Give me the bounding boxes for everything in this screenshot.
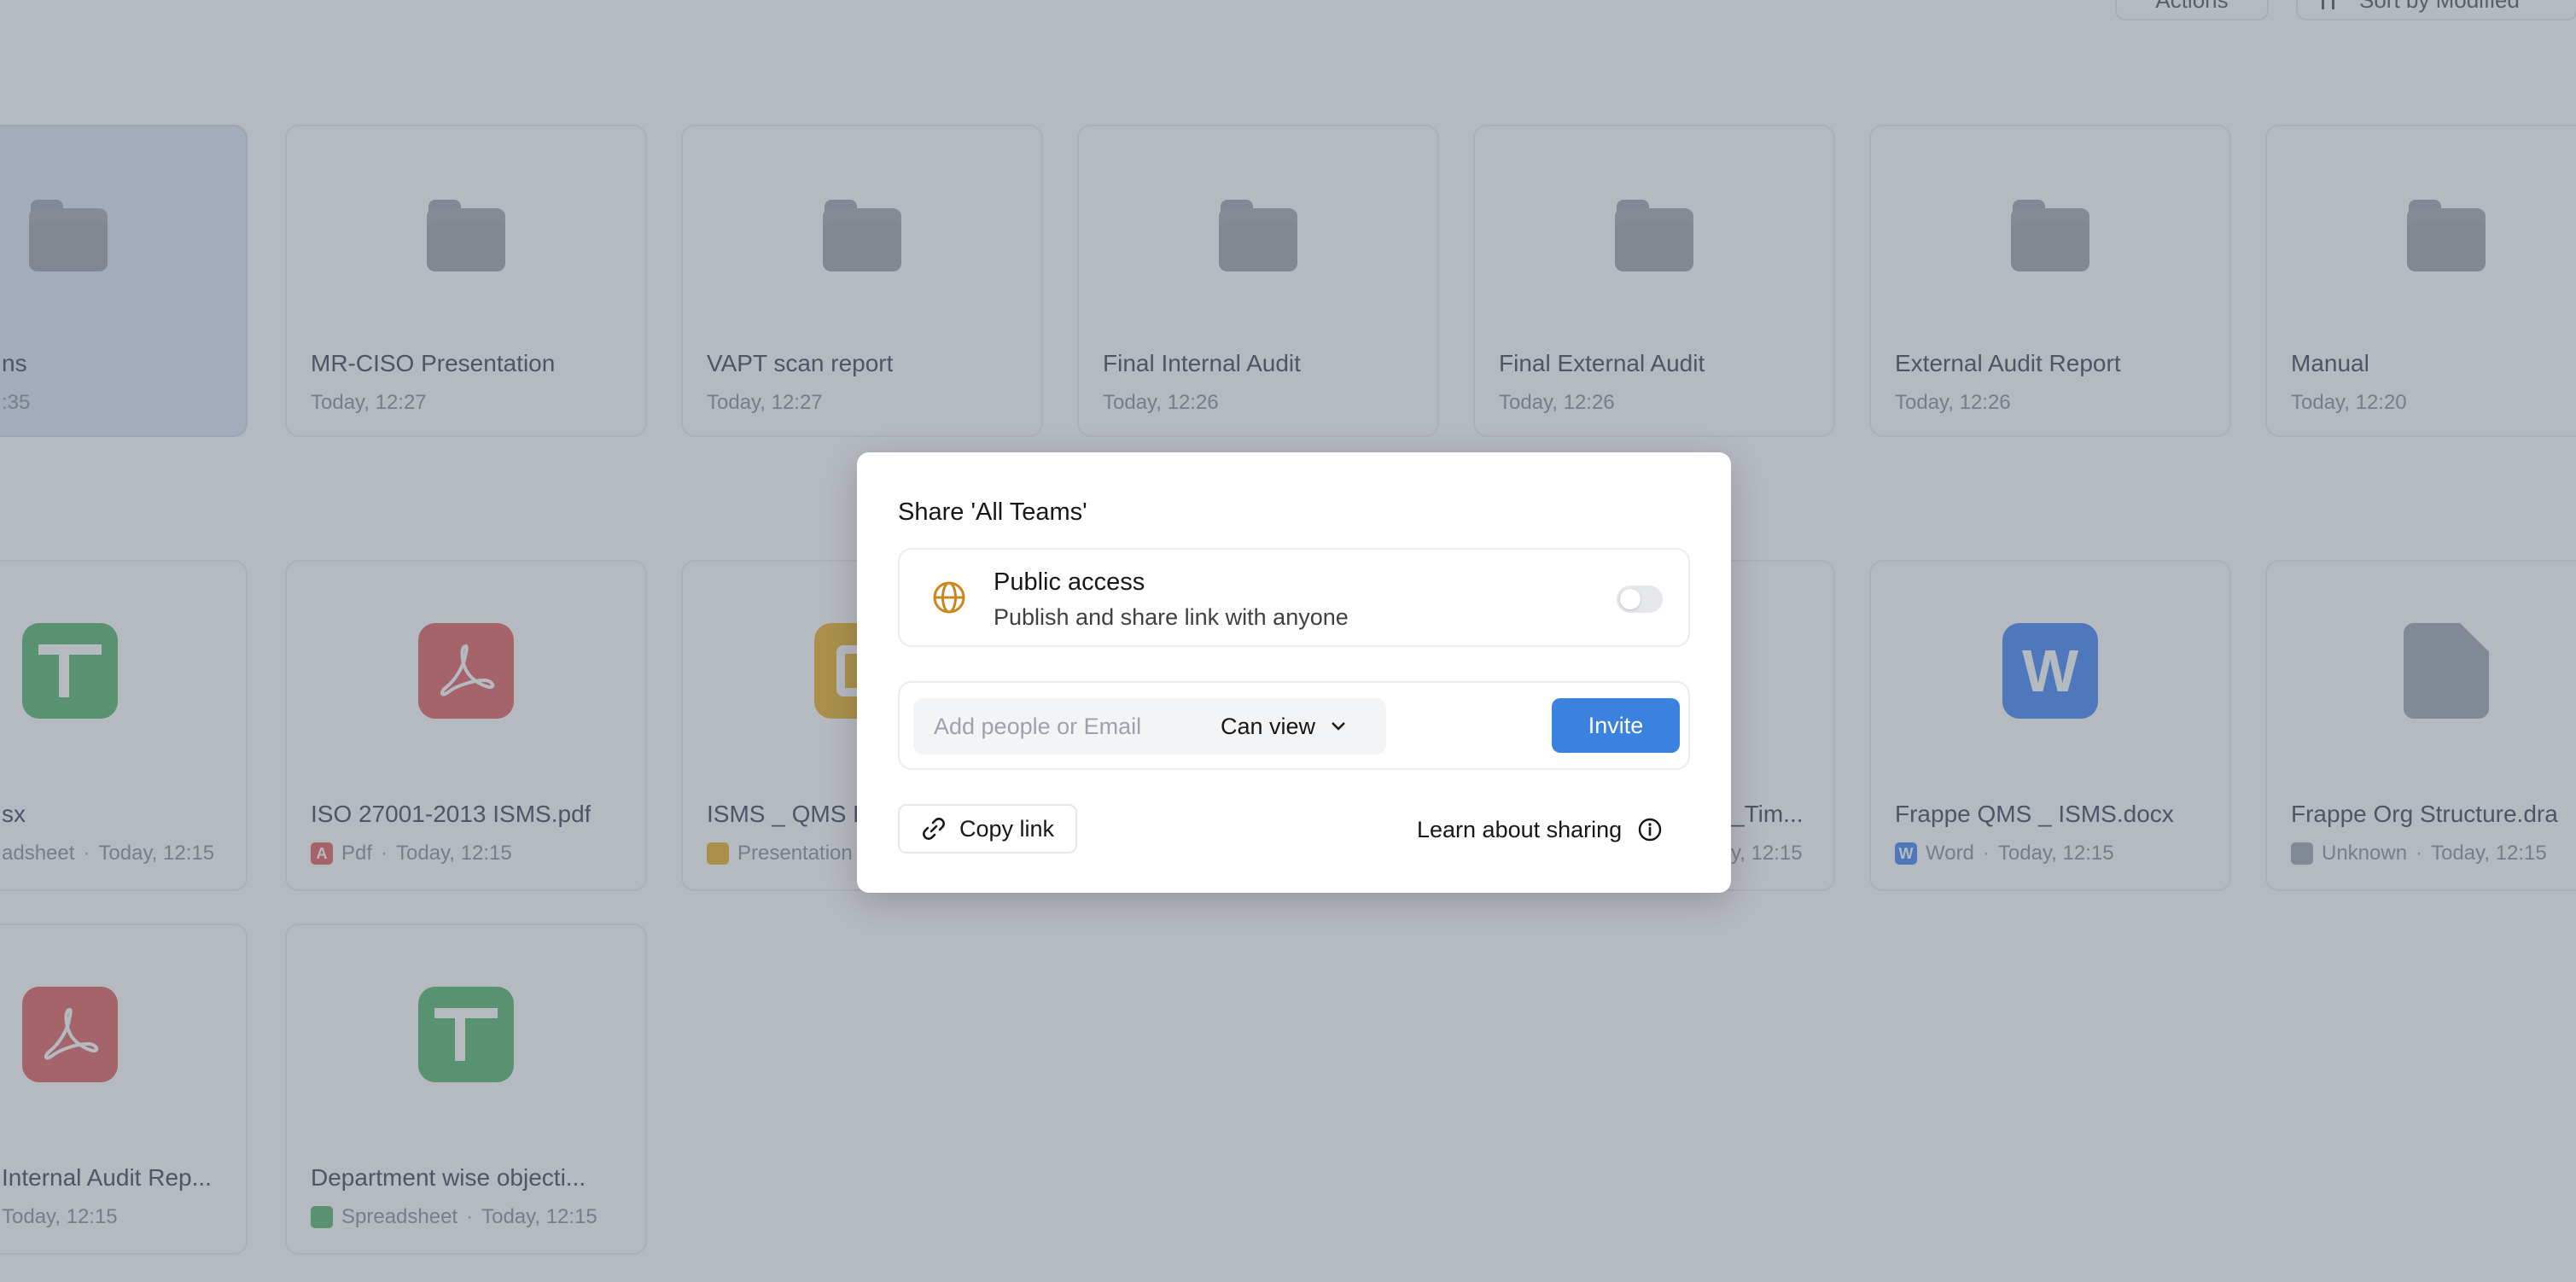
invite-field-group: Can view <box>913 698 1386 755</box>
toggle-knob <box>1620 589 1641 609</box>
link-icon <box>923 818 945 840</box>
learn-about-sharing-link[interactable]: Learn about sharing <box>1417 809 1663 850</box>
invite-button[interactable]: Invite <box>1552 698 1680 753</box>
share-dialog: Share 'All Teams' Public access Publish … <box>857 452 1731 893</box>
dialog-title: Share 'All Teams' <box>898 498 1087 526</box>
public-access-description: Publish and share link with anyone <box>994 604 1349 630</box>
public-access-title: Public access <box>994 568 1145 596</box>
globe-icon <box>933 581 965 614</box>
copy-link-button[interactable]: Copy link <box>898 804 1077 854</box>
info-icon <box>1638 818 1662 842</box>
invite-email-input[interactable] <box>913 698 1203 755</box>
public-access-panel: Public access Publish and share link wit… <box>898 548 1690 647</box>
learn-about-sharing-label: Learn about sharing <box>1417 816 1623 842</box>
chevron-down-icon <box>1332 722 1345 731</box>
invite-panel: Can view Invite <box>898 681 1690 770</box>
permission-select[interactable]: Can view <box>1221 698 1383 755</box>
copy-link-label: Copy link <box>959 815 1055 842</box>
public-access-toggle[interactable] <box>1617 586 1663 613</box>
permission-label: Can view <box>1221 713 1316 739</box>
